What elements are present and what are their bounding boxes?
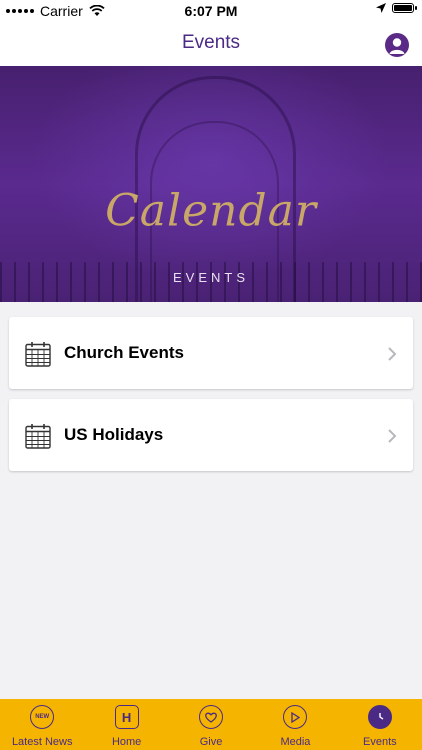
home-icon-letter: H <box>121 709 132 725</box>
new-badge-text: NEW <box>35 714 50 720</box>
status-time: 6:07 PM <box>184 3 238 19</box>
chevron-right-icon <box>388 347 397 361</box>
tab-home[interactable]: H Home <box>84 699 168 750</box>
tab-label: Latest News <box>11 736 73 748</box>
tab-events[interactable]: Events <box>338 699 422 750</box>
tab-label: Events <box>363 736 397 748</box>
battery-icon <box>392 3 417 13</box>
clock-icon <box>367 705 392 729</box>
new-badge-icon: NEW <box>30 705 55 729</box>
list-item-us-holidays[interactable]: US Holidays <box>9 399 413 471</box>
tab-label: Media <box>280 736 311 748</box>
chevron-right-icon <box>388 429 397 443</box>
tab-media[interactable]: Media <box>253 699 337 750</box>
banner-subtitle: EVENTS <box>172 270 249 285</box>
calendar-icon <box>25 342 51 367</box>
banner-title: Calendar <box>105 185 317 237</box>
play-icon <box>283 705 308 729</box>
list-item-label: US Holidays <box>64 425 164 444</box>
profile-icon[interactable] <box>385 33 409 57</box>
tab-label: Give <box>199 736 223 748</box>
tab-latest-news[interactable]: NEW Latest News <box>0 699 84 750</box>
status-right <box>376 3 417 13</box>
tab-bar: NEW Latest News H Home Give Media Events <box>0 699 422 750</box>
heart-icon <box>199 705 224 729</box>
list-item-label: Church Events <box>64 343 184 362</box>
page-title: Events <box>181 32 241 53</box>
calendar-icon <box>25 424 51 449</box>
nav-bar: Events <box>0 22 422 66</box>
tab-label: Home <box>111 736 142 748</box>
list-item-church-events[interactable]: Church Events <box>9 317 413 389</box>
calendar-banner: Calendar EVENTS <box>0 66 422 302</box>
location-arrow-icon <box>376 3 386 13</box>
status-bar: Carrier 6:07 PM <box>0 0 422 22</box>
home-icon: H <box>114 705 139 729</box>
tab-give[interactable]: Give <box>169 699 253 750</box>
